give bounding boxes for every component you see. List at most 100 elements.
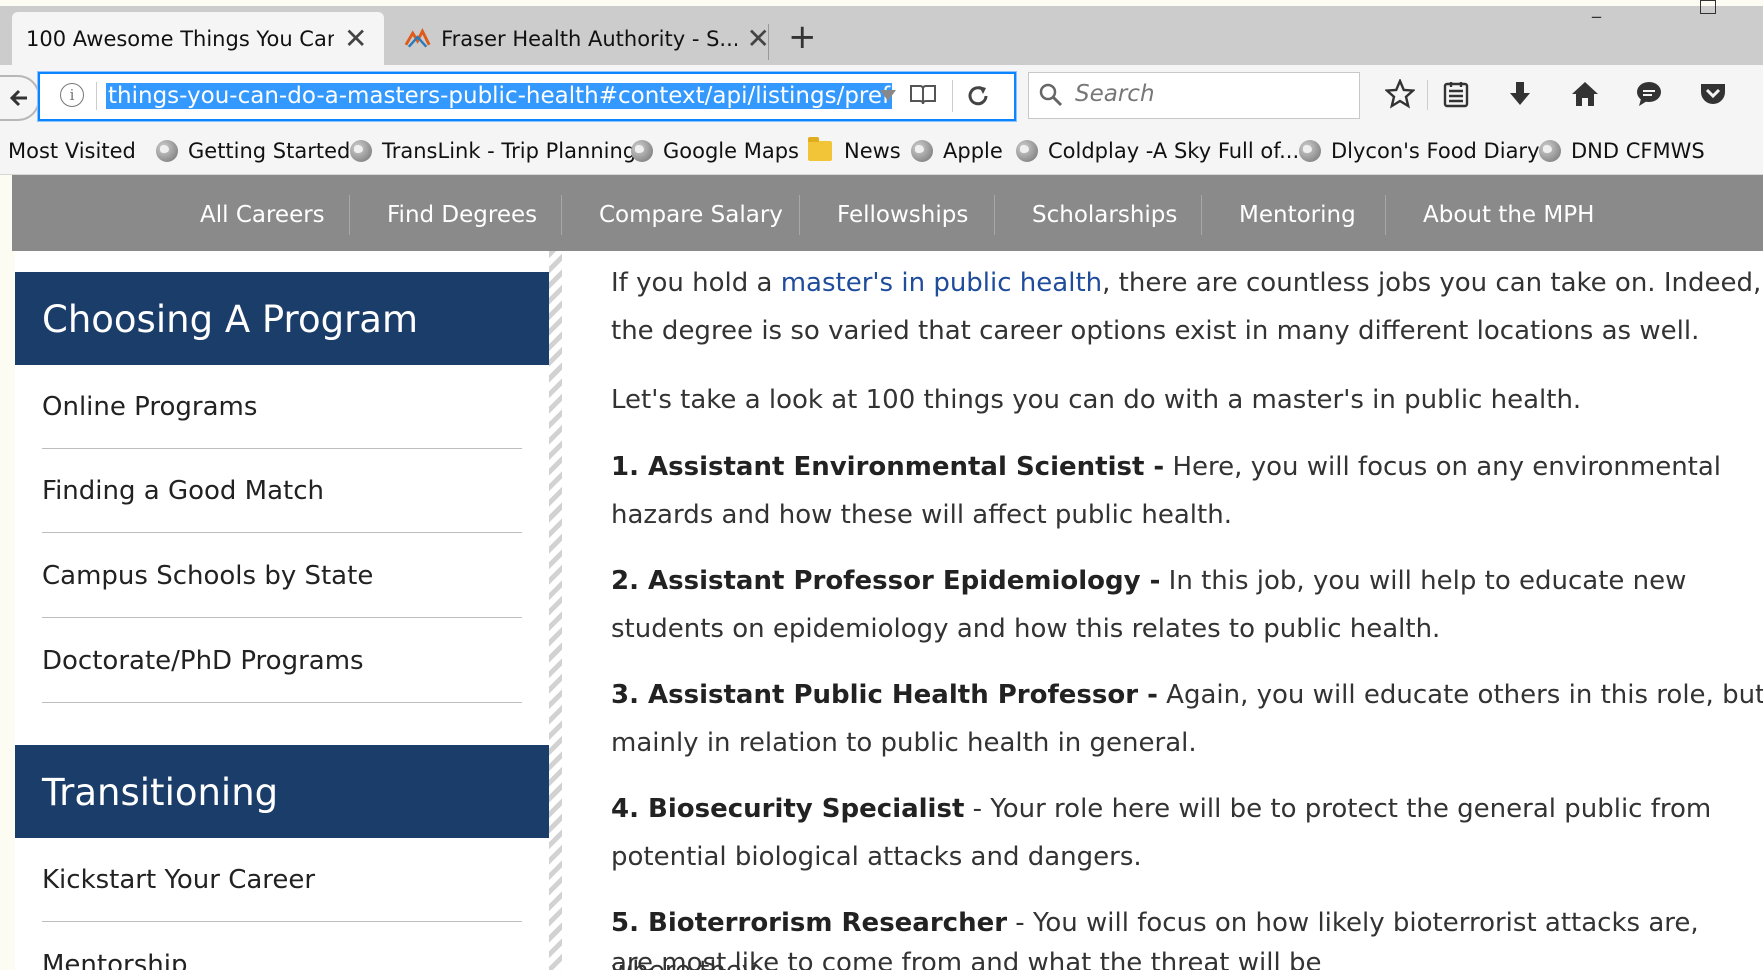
tab-title: 100 Awesome Things You Can...	[26, 26, 334, 51]
list-item: 3. Assistant Public Health Professor - A…	[611, 671, 1763, 767]
sidebar-item-mentorship[interactable]: Mentorship	[42, 923, 522, 970]
pocket-icon[interactable]	[1698, 79, 1728, 109]
nav-divider	[799, 195, 800, 235]
url-bar[interactable]: i things-you-can-do-a-masters-public-hea…	[38, 72, 1016, 121]
bookmark-label: Google Maps	[663, 139, 799, 163]
article-content: If you hold a master's in public health,…	[562, 251, 1763, 970]
tab-separator	[768, 24, 769, 60]
bookmark-most-visited[interactable]: Most Visited	[8, 139, 136, 163]
home-icon[interactable]	[1570, 79, 1600, 109]
bookmark-getting-started[interactable]: Getting Started	[156, 139, 350, 163]
intro-text: If you hold a	[611, 268, 781, 298]
nav-divider	[349, 195, 350, 235]
item-title: 2. Assistant Professor Epidemiology -	[611, 566, 1161, 596]
tab-strip: 100 Awesome Things You Can... ✕ Fraser H…	[0, 6, 1763, 65]
search-placeholder: Search	[1075, 81, 1155, 107]
url-text: things-you-can-do-a-masters-public-healt…	[106, 83, 893, 109]
close-tab-icon[interactable]: ✕	[747, 24, 770, 53]
nav-all-careers[interactable]: All Careers	[200, 175, 325, 251]
nav-divider	[1201, 195, 1202, 235]
nav-divider	[994, 195, 995, 235]
list-item: 1. Assistant Environmental Scientist - H…	[611, 443, 1763, 539]
url-input[interactable]: things-you-can-do-a-masters-public-healt…	[106, 80, 906, 112]
item-title: 3. Assistant Public Health Professor -	[611, 680, 1158, 710]
search-box[interactable]: Search	[1028, 72, 1360, 119]
sidebar-item-kickstart-your-career[interactable]: Kickstart Your Career	[42, 838, 522, 922]
globe-icon	[350, 140, 372, 162]
tab-active[interactable]: 100 Awesome Things You Can... ✕	[12, 12, 384, 65]
site-navigation: All Careers Find Degrees Compare Salary …	[12, 175, 1763, 251]
bookmarks-toolbar: Most Visited Getting Started TransLink -…	[0, 129, 1763, 175]
nav-about-the-mph[interactable]: About the MPH	[1423, 175, 1594, 251]
close-tab-icon[interactable]: ✕	[344, 24, 367, 53]
bookmark-label: Most Visited	[8, 139, 136, 163]
browser-window: 100 Awesome Things You Can... ✕ Fraser H…	[0, 0, 1763, 970]
globe-icon	[1016, 140, 1038, 162]
url-separator	[952, 80, 953, 112]
new-tab-icon[interactable]: +	[788, 20, 817, 54]
lead-paragraph: Let's take a look at 100 things you can …	[611, 385, 1582, 415]
nav-compare-salary[interactable]: Compare Salary	[599, 175, 783, 251]
bookmark-label: Getting Started	[188, 139, 351, 163]
back-arrow-icon	[9, 89, 27, 107]
sidebar-item-finding-a-good-match[interactable]: Finding a Good Match	[42, 449, 522, 533]
list-item: 2. Assistant Professor Epidemiology - In…	[611, 557, 1763, 653]
item-title: 5. Bioterrorism Researcher	[611, 908, 1008, 938]
folder-icon	[808, 137, 832, 161]
globe-icon	[1299, 140, 1321, 162]
info-icon[interactable]: i	[60, 83, 84, 107]
sidebar-item-online-programs[interactable]: Online Programs	[42, 365, 522, 449]
sidebar: Choosing A Program Online Programs Findi…	[15, 251, 549, 970]
reload-icon[interactable]	[964, 82, 992, 110]
nav-fellowships[interactable]: Fellowships	[837, 175, 968, 251]
reader-view-icon[interactable]	[908, 82, 938, 108]
cut-off-text: are most like to come from and what the …	[611, 948, 1322, 970]
sidebar-heading-transitioning: Transitioning	[15, 745, 549, 838]
history-dropdown-icon[interactable]	[880, 90, 896, 101]
nav-divider	[1385, 195, 1386, 235]
bookmark-dlycons-food-diary[interactable]: Dlycon's Food Diary	[1299, 139, 1540, 163]
tab-inactive[interactable]: Fraser Health Authority - S... ✕	[390, 12, 770, 65]
bookmark-dnd-cfmws[interactable]: DND CFMWS	[1539, 139, 1705, 163]
globe-icon	[911, 140, 933, 162]
decorative-stripe-divider	[549, 251, 562, 970]
fraser-health-favicon-icon	[404, 27, 431, 48]
bookmark-label: News	[844, 139, 901, 163]
masters-public-health-link[interactable]: master's in public health	[781, 268, 1102, 298]
intro-paragraph: If you hold a master's in public health,…	[611, 259, 1763, 355]
bookmark-translink[interactable]: TransLink - Trip Planning	[350, 139, 636, 163]
nav-find-degrees[interactable]: Find Degrees	[387, 175, 537, 251]
bookmark-label: Dlycon's Food Diary	[1331, 139, 1540, 163]
search-icon	[1039, 83, 1063, 107]
sidebar-item-doctorate-phd-programs[interactable]: Doctorate/PhD Programs	[42, 619, 522, 703]
bookmark-label: TransLink - Trip Planning	[382, 139, 637, 163]
bookmark-label: Coldplay -A Sky Full of...	[1048, 139, 1300, 163]
back-button[interactable]	[0, 75, 40, 121]
url-separator	[96, 82, 97, 110]
bookmark-coldplay[interactable]: Coldplay -A Sky Full of...	[1016, 139, 1299, 163]
maximize-icon[interactable]	[1700, 0, 1716, 14]
nav-mentoring[interactable]: Mentoring	[1239, 175, 1356, 251]
star-icon[interactable]	[1385, 79, 1415, 109]
item-title: 1. Assistant Environmental Scientist -	[611, 452, 1165, 482]
item-title: 4. Biosecurity Specialist	[611, 794, 965, 824]
chat-icon[interactable]	[1634, 79, 1664, 109]
tab-title: Fraser Health Authority - S...	[441, 26, 737, 51]
toolbar-separator	[1427, 80, 1428, 110]
download-icon[interactable]	[1506, 79, 1534, 109]
globe-icon	[631, 140, 653, 162]
bookmark-news-folder[interactable]: News	[808, 137, 901, 163]
bookmark-apple[interactable]: Apple	[911, 139, 1003, 163]
navigation-toolbar: i things-you-can-do-a-masters-public-hea…	[0, 65, 1763, 129]
nav-divider	[561, 195, 562, 235]
globe-icon	[1539, 140, 1561, 162]
bookmark-google-maps[interactable]: Google Maps	[631, 139, 799, 163]
minimize-icon[interactable]: _	[1592, 0, 1601, 18]
sidebar-heading-choosing-a-program: Choosing A Program	[15, 272, 549, 365]
bookmark-label: DND CFMWS	[1571, 139, 1705, 163]
list-item: 4. Biosecurity Specialist - Your role he…	[611, 785, 1763, 881]
nav-scholarships[interactable]: Scholarships	[1032, 175, 1177, 251]
sidebar-item-campus-schools-by-state[interactable]: Campus Schools by State	[42, 534, 522, 618]
reading-list-icon[interactable]	[1442, 79, 1470, 109]
globe-icon	[156, 140, 178, 162]
